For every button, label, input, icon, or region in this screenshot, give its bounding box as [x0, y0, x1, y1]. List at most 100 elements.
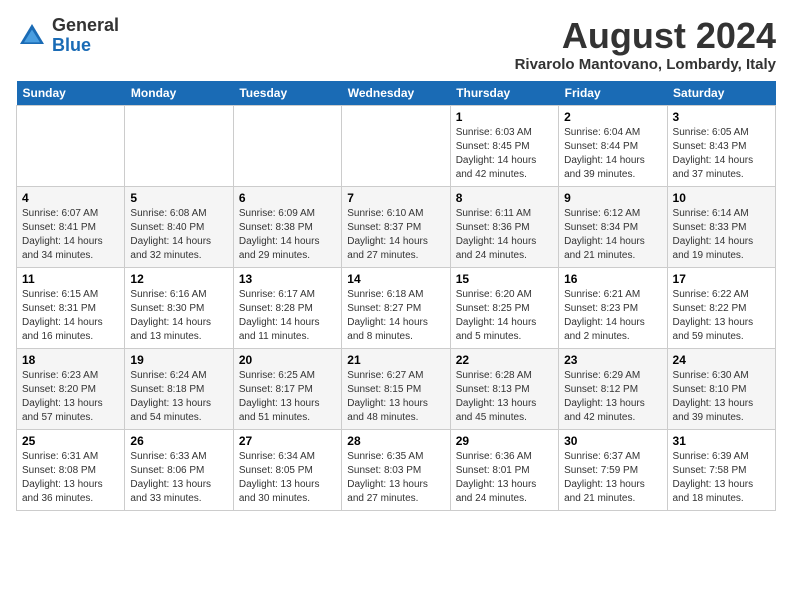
day-number: 26 [130, 434, 227, 448]
calendar-cell: 9 Sunrise: 6:12 AM Sunset: 8:34 PM Daylig… [559, 186, 667, 267]
day-number: 18 [22, 353, 119, 367]
calendar-header-row: SundayMondayTuesdayWednesdayThursdayFrid… [17, 81, 776, 106]
day-info: Sunrise: 6:20 AM Sunset: 8:25 PM Dayligh… [456, 288, 553, 344]
day-info: Sunrise: 6:05 AM Sunset: 8:43 PM Dayligh… [673, 126, 770, 182]
day-info: Sunrise: 6:08 AM Sunset: 8:40 PM Dayligh… [130, 207, 227, 263]
day-number: 19 [130, 353, 227, 367]
day-info: Sunrise: 6:12 AM Sunset: 8:34 PM Dayligh… [564, 207, 661, 263]
day-number: 13 [239, 272, 336, 286]
logo-icon [16, 20, 48, 52]
page-header: General Blue August 2024 Rivarolo Mantov… [16, 16, 776, 73]
calendar-cell: 17 Sunrise: 6:22 AM Sunset: 8:22 PM Dayli… [667, 267, 775, 348]
calendar-cell: 6 Sunrise: 6:09 AM Sunset: 8:38 PM Daylig… [233, 186, 341, 267]
calendar-cell: 5Sunrise: 6:08 AM Sunset: 8:40 PM Daylig… [125, 186, 233, 267]
day-number: 7 [347, 191, 444, 205]
calendar-cell: 26 Sunrise: 6:33 AM Sunset: 8:06 PM Dayli… [125, 429, 233, 510]
day-number: 23 [564, 353, 661, 367]
day-info: Sunrise: 6:27 AM Sunset: 8:15 PM Dayligh… [347, 369, 444, 425]
day-info: Sunrise: 6:24 AM Sunset: 8:18 PM Dayligh… [130, 369, 227, 425]
title-block: August 2024 Rivarolo Mantovano, Lombardy… [515, 16, 776, 73]
calendar-cell: 22Sunrise: 6:28 AM Sunset: 8:13 PM Dayli… [450, 348, 558, 429]
day-header-thursday: Thursday [450, 81, 558, 106]
calendar-cell: 31 Sunrise: 6:39 AM Sunset: 7:58 PM Dayli… [667, 429, 775, 510]
calendar-cell: 24 Sunrise: 6:30 AM Sunset: 8:10 PM Dayli… [667, 348, 775, 429]
day-info: Sunrise: 6:18 AM Sunset: 8:27 PM Dayligh… [347, 288, 444, 344]
day-header-wednesday: Wednesday [342, 81, 450, 106]
day-info: Sunrise: 6:37 AM Sunset: 7:59 PM Dayligh… [564, 450, 661, 506]
day-number: 24 [673, 353, 770, 367]
day-header-saturday: Saturday [667, 81, 775, 106]
logo-text: General Blue [52, 16, 119, 56]
day-number: 1 [456, 110, 553, 124]
calendar-cell: 27 Sunrise: 6:34 AM Sunset: 8:05 PM Dayli… [233, 429, 341, 510]
calendar-cell: 4 Sunrise: 6:07 AM Sunset: 8:41 PM Daylig… [17, 186, 125, 267]
day-header-sunday: Sunday [17, 81, 125, 106]
calendar-cell: 28 Sunrise: 6:35 AM Sunset: 8:03 PM Dayli… [342, 429, 450, 510]
day-number: 8 [456, 191, 553, 205]
day-number: 25 [22, 434, 119, 448]
day-number: 4 [22, 191, 119, 205]
calendar-subtitle: Rivarolo Mantovano, Lombardy, Italy [515, 56, 776, 73]
day-number: 6 [239, 191, 336, 205]
day-info: Sunrise: 6:30 AM Sunset: 8:10 PM Dayligh… [673, 369, 770, 425]
day-info: Sunrise: 6:14 AM Sunset: 8:33 PM Dayligh… [673, 207, 770, 263]
day-info: Sunrise: 6:22 AM Sunset: 8:22 PM Dayligh… [673, 288, 770, 344]
calendar-cell [125, 105, 233, 186]
day-number: 30 [564, 434, 661, 448]
calendar-cell: 1 Sunrise: 6:03 AM Sunset: 8:45 PM Daylig… [450, 105, 558, 186]
day-info: Sunrise: 6:07 AM Sunset: 8:41 PM Dayligh… [22, 207, 119, 263]
calendar-cell: 13 Sunrise: 6:17 AM Sunset: 8:28 PM Dayli… [233, 267, 341, 348]
calendar-cell [17, 105, 125, 186]
day-number: 16 [564, 272, 661, 286]
day-info: Sunrise: 6:35 AM Sunset: 8:03 PM Dayligh… [347, 450, 444, 506]
day-number: 14 [347, 272, 444, 286]
calendar-cell: 8 Sunrise: 6:11 AM Sunset: 8:36 PM Daylig… [450, 186, 558, 267]
day-number: 9 [564, 191, 661, 205]
day-info: Sunrise: 6:23 AM Sunset: 8:20 PM Dayligh… [22, 369, 119, 425]
calendar-cell: 2Sunrise: 6:04 AM Sunset: 8:44 PM Daylig… [559, 105, 667, 186]
day-info: Sunrise: 6:17 AM Sunset: 8:28 PM Dayligh… [239, 288, 336, 344]
day-number: 12 [130, 272, 227, 286]
calendar-cell [233, 105, 341, 186]
day-info: Sunrise: 6:33 AM Sunset: 8:06 PM Dayligh… [130, 450, 227, 506]
day-info: Sunrise: 6:29 AM Sunset: 8:12 PM Dayligh… [564, 369, 661, 425]
day-number: 20 [239, 353, 336, 367]
calendar-week-row: 4 Sunrise: 6:07 AM Sunset: 8:41 PM Daylig… [17, 186, 776, 267]
day-header-friday: Friday [559, 81, 667, 106]
calendar-cell: 14 Sunrise: 6:18 AM Sunset: 8:27 PM Dayli… [342, 267, 450, 348]
day-info: Sunrise: 6:15 AM Sunset: 8:31 PM Dayligh… [22, 288, 119, 344]
calendar-cell: 15 Sunrise: 6:20 AM Sunset: 8:25 PM Dayli… [450, 267, 558, 348]
day-header-tuesday: Tuesday [233, 81, 341, 106]
calendar-cell: 16Sunrise: 6:21 AM Sunset: 8:23 PM Dayli… [559, 267, 667, 348]
calendar-cell: 10 Sunrise: 6:14 AM Sunset: 8:33 PM Dayli… [667, 186, 775, 267]
calendar-week-row: 25 Sunrise: 6:31 AM Sunset: 8:08 PM Dayli… [17, 429, 776, 510]
day-info: Sunrise: 6:39 AM Sunset: 7:58 PM Dayligh… [673, 450, 770, 506]
day-info: Sunrise: 6:16 AM Sunset: 8:30 PM Dayligh… [130, 288, 227, 344]
day-info: Sunrise: 6:31 AM Sunset: 8:08 PM Dayligh… [22, 450, 119, 506]
day-number: 15 [456, 272, 553, 286]
day-info: Sunrise: 6:36 AM Sunset: 8:01 PM Dayligh… [456, 450, 553, 506]
day-info: Sunrise: 6:34 AM Sunset: 8:05 PM Dayligh… [239, 450, 336, 506]
day-info: Sunrise: 6:03 AM Sunset: 8:45 PM Dayligh… [456, 126, 553, 182]
calendar-cell [342, 105, 450, 186]
day-number: 27 [239, 434, 336, 448]
day-number: 2 [564, 110, 661, 124]
day-number: 28 [347, 434, 444, 448]
calendar-week-row: 18 Sunrise: 6:23 AM Sunset: 8:20 PM Dayli… [17, 348, 776, 429]
calendar-cell: 11 Sunrise: 6:15 AM Sunset: 8:31 PM Dayli… [17, 267, 125, 348]
day-number: 17 [673, 272, 770, 286]
day-number: 11 [22, 272, 119, 286]
day-info: Sunrise: 6:28 AM Sunset: 8:13 PM Dayligh… [456, 369, 553, 425]
calendar-cell: 12 Sunrise: 6:16 AM Sunset: 8:30 PM Dayli… [125, 267, 233, 348]
calendar-cell: 21Sunrise: 6:27 AM Sunset: 8:15 PM Dayli… [342, 348, 450, 429]
day-number: 31 [673, 434, 770, 448]
day-info: Sunrise: 6:09 AM Sunset: 8:38 PM Dayligh… [239, 207, 336, 263]
day-number: 3 [673, 110, 770, 124]
day-info: Sunrise: 6:25 AM Sunset: 8:17 PM Dayligh… [239, 369, 336, 425]
day-info: Sunrise: 6:11 AM Sunset: 8:36 PM Dayligh… [456, 207, 553, 263]
day-info: Sunrise: 6:10 AM Sunset: 8:37 PM Dayligh… [347, 207, 444, 263]
day-number: 10 [673, 191, 770, 205]
day-header-monday: Monday [125, 81, 233, 106]
calendar-cell: 3 Sunrise: 6:05 AM Sunset: 8:43 PM Daylig… [667, 105, 775, 186]
calendar-title: August 2024 [515, 16, 776, 56]
